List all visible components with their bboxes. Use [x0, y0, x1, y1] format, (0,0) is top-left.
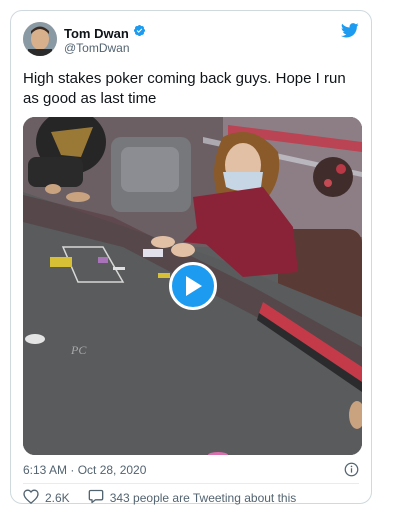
play-button[interactable]: [169, 262, 217, 310]
video-player[interactable]: PC: [23, 117, 362, 455]
author-name[interactable]: Tom Dwan: [64, 26, 129, 41]
tweet-text: High stakes poker coming back guys. Hope…: [23, 70, 346, 107]
svg-text:PC: PC: [70, 343, 87, 357]
speech-bubble-icon: [88, 489, 104, 507]
reply-text: 343 people are Tweeting about this: [109, 491, 297, 505]
info-icon[interactable]: [344, 462, 359, 477]
heart-icon: [23, 489, 39, 507]
tweet-card[interactable]: Tom Dwan @TomDwan High stakes poker comi…: [10, 10, 372, 507]
reply-button[interactable]: 343 people are Tweeting about this: [88, 489, 297, 507]
author-handle[interactable]: @TomDwan: [64, 41, 130, 55]
twitter-bird-icon[interactable]: [340, 23, 359, 38]
play-icon: [186, 276, 202, 296]
like-count: 2.6K: [45, 491, 70, 505]
divider: [23, 483, 359, 484]
like-button[interactable]: 2.6K: [23, 489, 70, 507]
avatar[interactable]: [23, 22, 57, 56]
tweet-timestamp[interactable]: 6:13 AM · Oct 28, 2020: [23, 463, 146, 477]
verified-badge-icon: [133, 24, 146, 42]
